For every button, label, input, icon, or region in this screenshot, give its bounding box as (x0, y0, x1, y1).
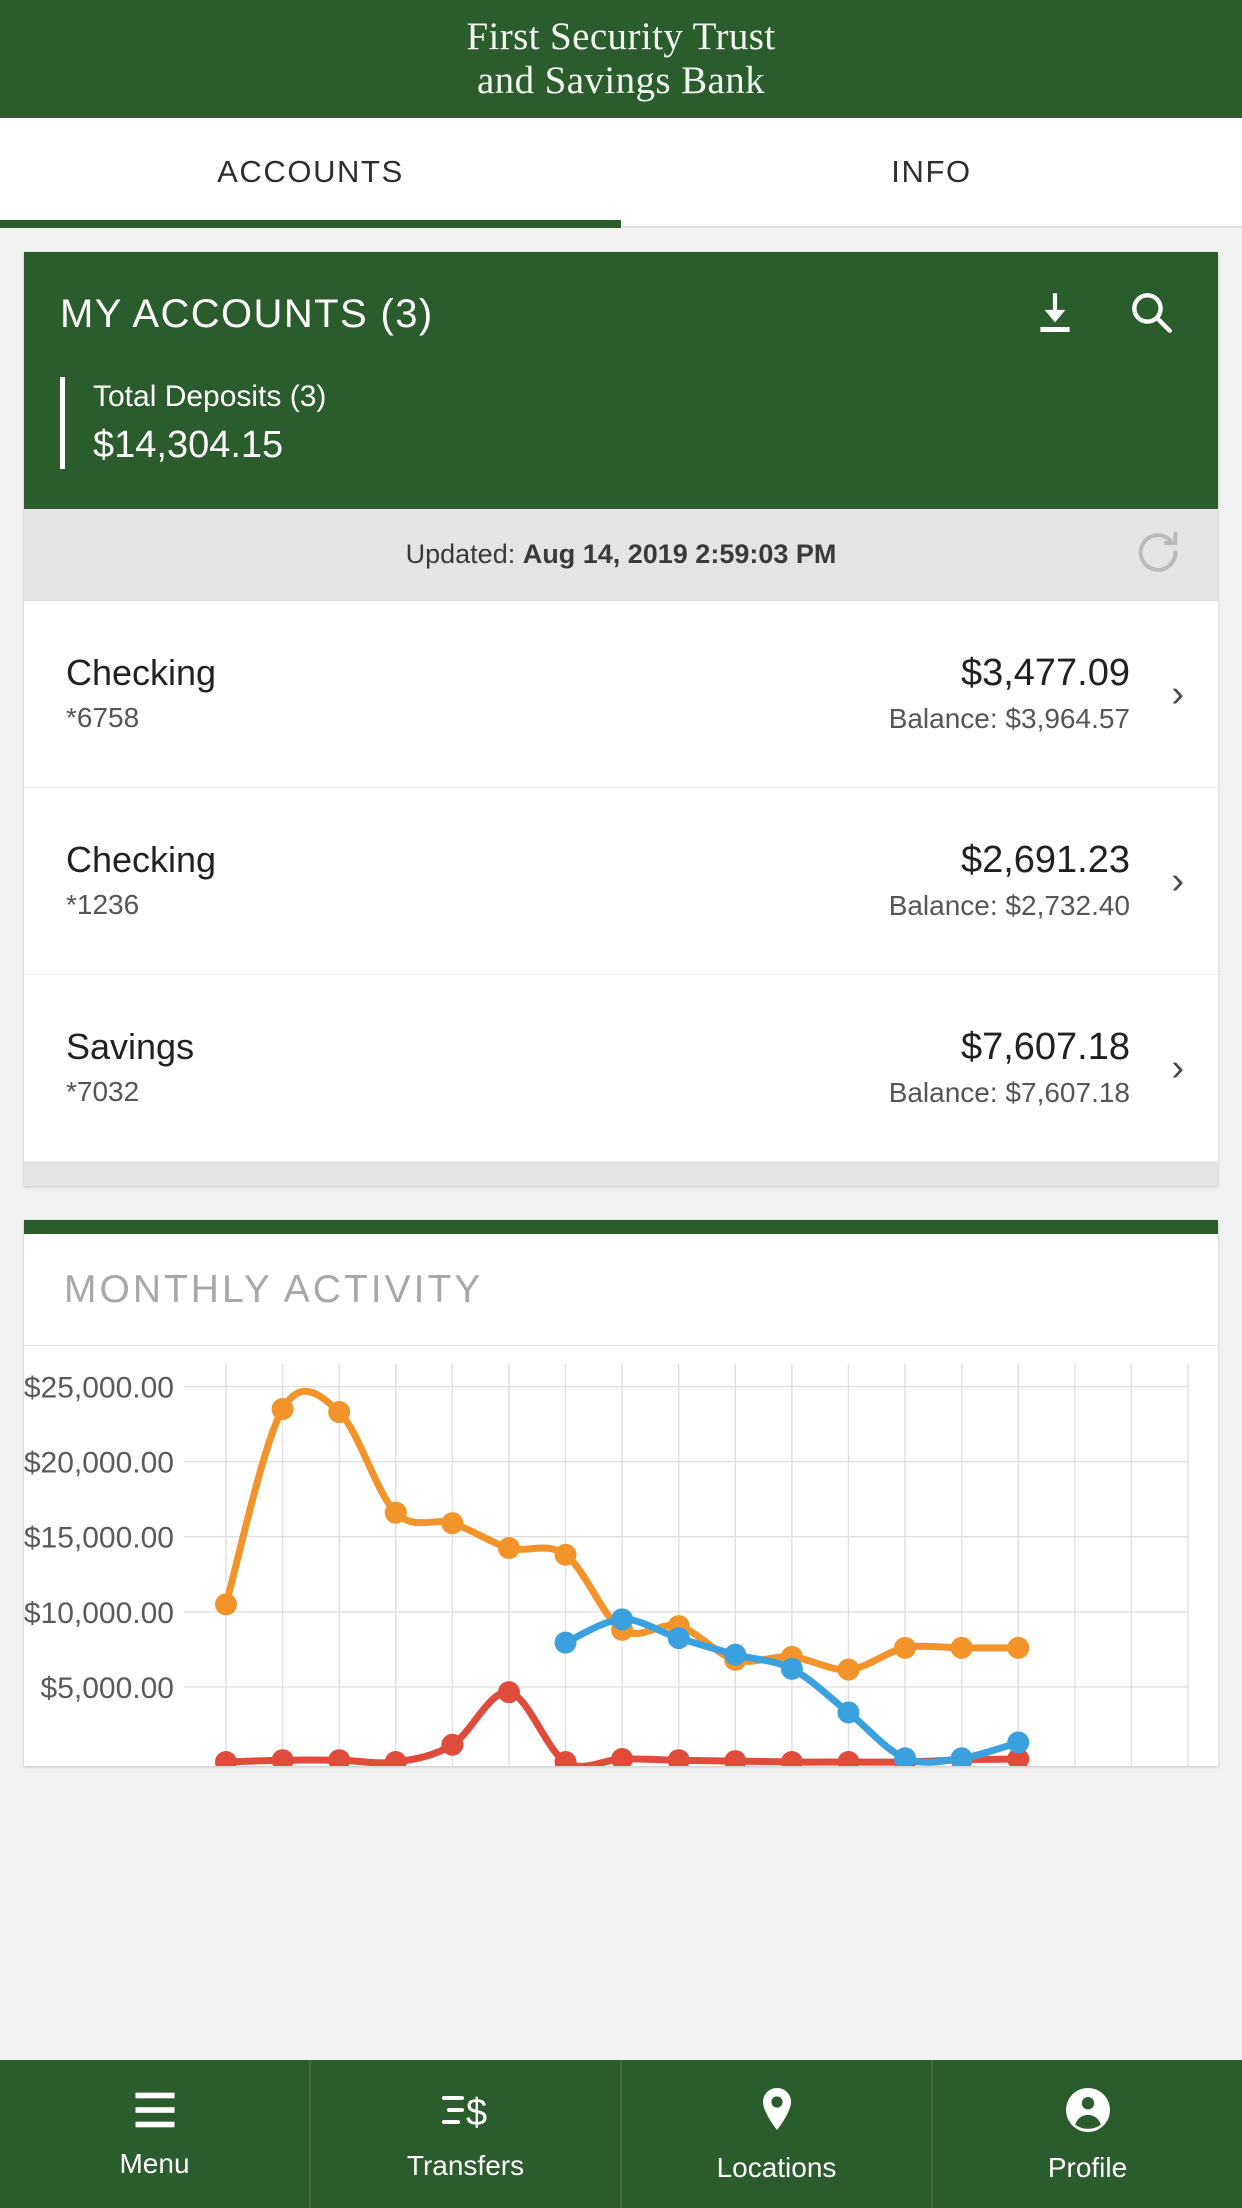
svg-text:$: $ (466, 2092, 487, 2132)
nav-item-menu-label: Menu (119, 2147, 190, 2179)
table-row[interactable]: Checking *1236 $2,691.23 Balance: $2,732… (24, 788, 1218, 975)
accounts-card-header: MY ACCOUNTS (3) Total Deposits (3) $14,3… (24, 252, 1218, 509)
person-icon (1064, 2086, 1112, 2139)
nav-item-transfers[interactable]: $ Transfers (311, 2060, 622, 2208)
card-accent-bar (24, 1220, 1218, 1234)
activity-chart-svg: $25,000.00 $20,000.00 $15,000.00 $10,000.00… (24, 1364, 1189, 1766)
account-balance: Balance: $7,607.18 (888, 1077, 1130, 1108)
total-deposits-amount: $14,304.15 (93, 424, 284, 466)
tab-accounts[interactable]: ACCOUNTS (0, 118, 621, 226)
tab-info[interactable]: INFO (621, 118, 1242, 226)
search-icon[interactable] (1126, 286, 1176, 343)
y-axis-tick-label: $20,000.00 (24, 1447, 174, 1480)
nav-item-profile[interactable]: Profile (933, 2060, 1242, 2208)
tabbar: ACCOUNTS INFO (0, 118, 1242, 228)
account-balance: Balance: $2,732.40 (888, 890, 1130, 921)
brand-header: First Security Trust and Savings Bank (0, 0, 1242, 118)
app-root: First Security Trust and Savings Bank AC… (0, 0, 1242, 2208)
tab-accounts-label: ACCOUNTS (217, 154, 404, 189)
table-row[interactable]: Checking *6758 $3,477.09 Balance: $3,964… (24, 601, 1218, 788)
bottom-navigation: Menu $ Transfers Locations Profile (0, 2060, 1242, 2208)
chevron-right-icon[interactable]: › (1144, 673, 1184, 716)
account-balance: Balance: $3,964.57 (888, 703, 1130, 734)
updated-prefix: Updated: (405, 539, 523, 569)
nav-item-locations[interactable]: Locations (622, 2060, 933, 2208)
nav-item-transfers-label: Transfers (406, 2149, 525, 2181)
total-deposits-label: Total Deposits (3) (93, 380, 327, 413)
nav-item-profile-label: Profile (1047, 2151, 1128, 2183)
y-axis-tick-label: $15,000.00 (24, 1522, 174, 1555)
transfers-dollar-icon: $ (440, 2088, 492, 2137)
updated-value: Aug 14, 2019 2:59:03 PM (522, 539, 837, 569)
account-available: $3,477.09 (960, 652, 1130, 694)
accounts-list: Checking *6758 $3,477.09 Balance: $3,964… (24, 601, 1218, 1162)
y-axis-tick-label: $25,000.00 (24, 1372, 174, 1405)
chevron-right-icon[interactable]: › (1144, 1047, 1184, 1090)
y-axis-tick-label: $10,000.00 (24, 1597, 174, 1630)
nav-item-menu[interactable]: Menu (0, 2060, 311, 2208)
updated-text: Updated: Aug 14, 2019 2:59:03 PM (406, 539, 837, 570)
bank-name: First Security Trust and Savings Bank (466, 15, 776, 102)
nav-item-locations-label: Locations (716, 2151, 837, 2183)
account-name: Checking (66, 839, 217, 880)
account-number: *6758 (66, 702, 140, 733)
chevron-right-icon[interactable]: › (1144, 860, 1184, 903)
monthly-activity-card: MONTHLY ACTIVITY $25,000.00 $20,000.00 $15… (24, 1220, 1218, 1766)
account-number: *7032 (66, 1076, 140, 1107)
account-name: Checking (66, 652, 217, 693)
accounts-card: MY ACCOUNTS (3) Total Deposits (3) $14,3… (24, 252, 1218, 1186)
y-axis-tick-label: $5,000.00 (41, 1672, 174, 1705)
page-title: MONTHLY ACTIVITY (64, 1267, 484, 1311)
tab-info-label: INFO (891, 154, 972, 189)
table-row[interactable]: Savings *7032 $7,607.18 Balance: $7,607.… (24, 975, 1218, 1162)
map-pin-icon (755, 2086, 799, 2139)
account-number: *1236 (66, 889, 140, 920)
my-accounts-title: MY ACCOUNTS (3) (60, 292, 434, 336)
total-deposits-block: Total Deposits (3) $14,304.15 (60, 377, 1182, 469)
account-name: Savings (66, 1026, 195, 1067)
refresh-icon[interactable] (1132, 526, 1184, 583)
activity-chart[interactable]: $25,000.00 $20,000.00 $15,000.00 $10,000.00… (24, 1346, 1218, 1766)
active-tab-indicator (0, 220, 621, 228)
list-scroll-hint[interactable] (24, 1162, 1218, 1186)
hamburger-menu-icon (129, 2090, 181, 2135)
monthly-activity-header: MONTHLY ACTIVITY (24, 1234, 1218, 1346)
download-icon[interactable] (1030, 286, 1080, 343)
account-available: $2,691.23 (960, 839, 1130, 881)
updated-bar: Updated: Aug 14, 2019 2:59:03 PM (24, 509, 1218, 601)
account-available: $7,607.18 (960, 1026, 1130, 1068)
